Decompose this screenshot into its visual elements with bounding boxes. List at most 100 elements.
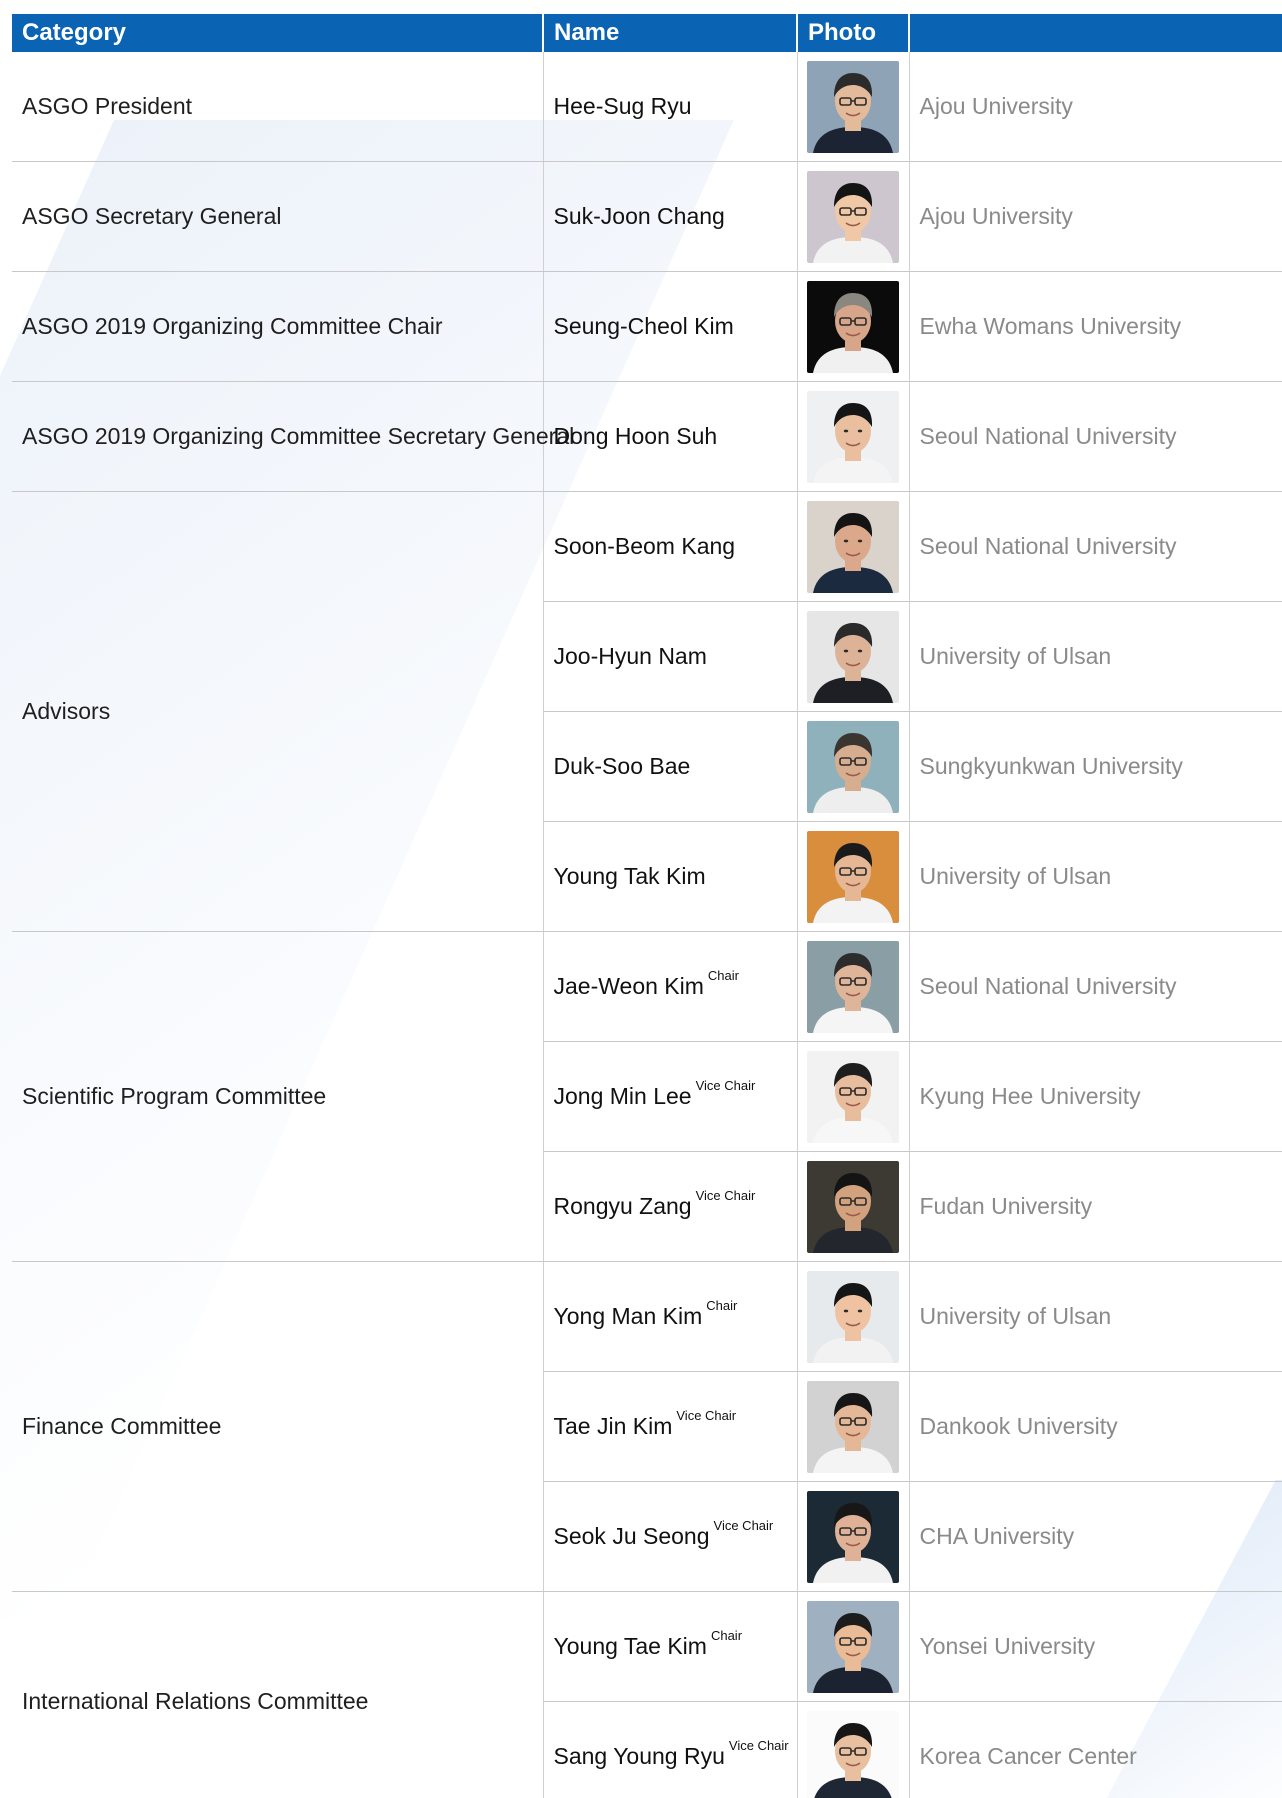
member-role: Chair (707, 968, 739, 983)
table-row: ASGO 2019 Organizing Committee Chair Seun… (12, 271, 1282, 382)
photo-eye-left (843, 539, 849, 542)
member-name: Jae-Weon Kim (553, 973, 704, 999)
member-name: Young Tae Kim (553, 1633, 707, 1659)
member-role: Vice Chair (713, 1518, 774, 1533)
affiliation-cell: Yonsei University (909, 1591, 1282, 1702)
name-cell: Tae Jin Kim Vice Chair (542, 1371, 797, 1482)
member-name: Dong Hoon Suh (553, 423, 718, 449)
member-photo (807, 1380, 899, 1473)
photo-cell (796, 1701, 910, 1798)
member-photo (807, 610, 899, 703)
photo-cell (796, 491, 910, 602)
member-photo (807, 1600, 899, 1693)
name-cell: Young Tae Kim Chair (542, 1591, 797, 1702)
photo-cell (796, 271, 910, 382)
member-photo (807, 280, 899, 373)
member-name: Hee-Sug Ryu (553, 93, 692, 119)
portrait-photo (807, 500, 899, 593)
affiliation-cell: Seoul National University (909, 381, 1282, 492)
photo-cell (796, 821, 910, 932)
name-cell: Hee-Sug Ryu (542, 52, 797, 162)
photo-cell (796, 1591, 910, 1702)
member-photo (807, 1270, 899, 1363)
category-cell: Advisors (12, 491, 543, 932)
portrait-photo (807, 170, 899, 263)
photo-cell (796, 161, 910, 272)
portrait-photo (807, 60, 899, 153)
affiliation-cell: Ajou University (909, 52, 1282, 162)
member-name: Tae Jin Kim (553, 1413, 673, 1439)
photo-cell (796, 381, 910, 492)
name-cell: Jae-Weon Kim Chair (542, 931, 797, 1042)
member-name: Duk-Soo Bae (553, 753, 691, 779)
photo-eye-right (857, 649, 863, 652)
table-row: ASGO Secretary General Suk-Joon Chang Ajou… (12, 161, 1282, 272)
member-photo (807, 390, 899, 483)
photo-eye-left (843, 649, 849, 652)
member-name: Seok Ju Seong (553, 1523, 710, 1549)
category-cell: Scientific Program Committee (12, 931, 543, 1262)
member-photo (807, 1160, 899, 1253)
name-cell: Suk-Joon Chang (542, 161, 797, 272)
header-row: Category Name Photo (12, 14, 1282, 52)
member-photo (807, 1050, 899, 1143)
photo-cell (796, 1151, 910, 1262)
photo-eye-left (843, 429, 849, 432)
member-role: Chair (706, 1298, 738, 1313)
name-cell: Young Tak Kim (542, 821, 797, 932)
member-name: Joo-Hyun Nam (553, 643, 707, 669)
member-name: Jong Min Lee (553, 1083, 692, 1109)
member-photo (807, 60, 899, 153)
portrait-photo (807, 1380, 899, 1473)
portrait-photo (807, 1270, 899, 1363)
header-affiliation (908, 14, 1282, 52)
member-name: Young Tak Kim (553, 863, 706, 889)
member-photo (807, 1710, 899, 1798)
table-header: Category Name Photo (12, 14, 1282, 52)
portrait-photo (807, 830, 899, 923)
member-name: Seung-Cheol Kim (553, 313, 734, 339)
table-row: ASGO 2019 Organizing Committee Secretary… (12, 381, 1282, 492)
name-cell: Joo-Hyun Nam (542, 601, 797, 712)
portrait-photo (807, 1710, 899, 1798)
portrait-photo (807, 940, 899, 1033)
table-row: Scientific Program Committee Jae-Weon Kim… (12, 931, 1282, 1262)
affiliation-cell: CHA University (909, 1481, 1282, 1592)
name-cell: Seung-Cheol Kim (542, 271, 797, 382)
member-photo (807, 940, 899, 1033)
category-cell: International Relations Committee (12, 1591, 543, 1798)
member-role: Vice Chair (695, 1188, 756, 1203)
member-role: Vice Chair (695, 1078, 756, 1093)
category-cell: ASGO President (12, 52, 543, 162)
affiliation-cell: Dankook University (909, 1371, 1282, 1482)
affiliation-cell: Seoul National University (909, 491, 1282, 602)
photo-cell (796, 601, 910, 712)
portrait-photo (807, 720, 899, 813)
photo-eye-left (843, 1309, 849, 1312)
name-cell: Duk-Soo Bae (542, 711, 797, 822)
affiliation-cell: Seoul National University (909, 931, 1282, 1042)
member-role: Vice Chair (728, 1738, 789, 1753)
name-cell: Dong Hoon Suh (542, 381, 797, 492)
table-body: ASGO President Hee-Sug Ryu Ajou University… (12, 52, 1282, 1798)
category-cell: Finance Committee (12, 1261, 543, 1592)
name-cell: Jong Min Lee Vice Chair (542, 1041, 797, 1152)
photo-cell (796, 1261, 910, 1372)
roster-page: Category Name Photo ASGO President Hee-Su… (0, 0, 1282, 1798)
photo-cell (796, 52, 910, 162)
header-name: Name (542, 14, 797, 52)
member-name: Rongyu Zang (553, 1193, 692, 1219)
affiliation-cell: University of Ulsan (909, 601, 1282, 712)
member-name: Soon-Beom Kang (553, 533, 736, 559)
table-row: Advisors Soon-Beom Kang Seoul National Uni… (12, 491, 1282, 932)
affiliation-cell: Fudan University (909, 1151, 1282, 1262)
affiliation-cell: Ajou University (909, 161, 1282, 272)
photo-eye-right (857, 1309, 863, 1312)
portrait-photo (807, 1160, 899, 1253)
table-row: International Relations Committee Young T… (12, 1591, 1282, 1798)
member-name: Suk-Joon Chang (553, 203, 725, 229)
affiliation-cell: Ewha Womans University (909, 271, 1282, 382)
member-photo (807, 500, 899, 593)
photo-cell (796, 1481, 910, 1592)
table-row: ASGO President Hee-Sug Ryu Ajou University (12, 52, 1282, 162)
